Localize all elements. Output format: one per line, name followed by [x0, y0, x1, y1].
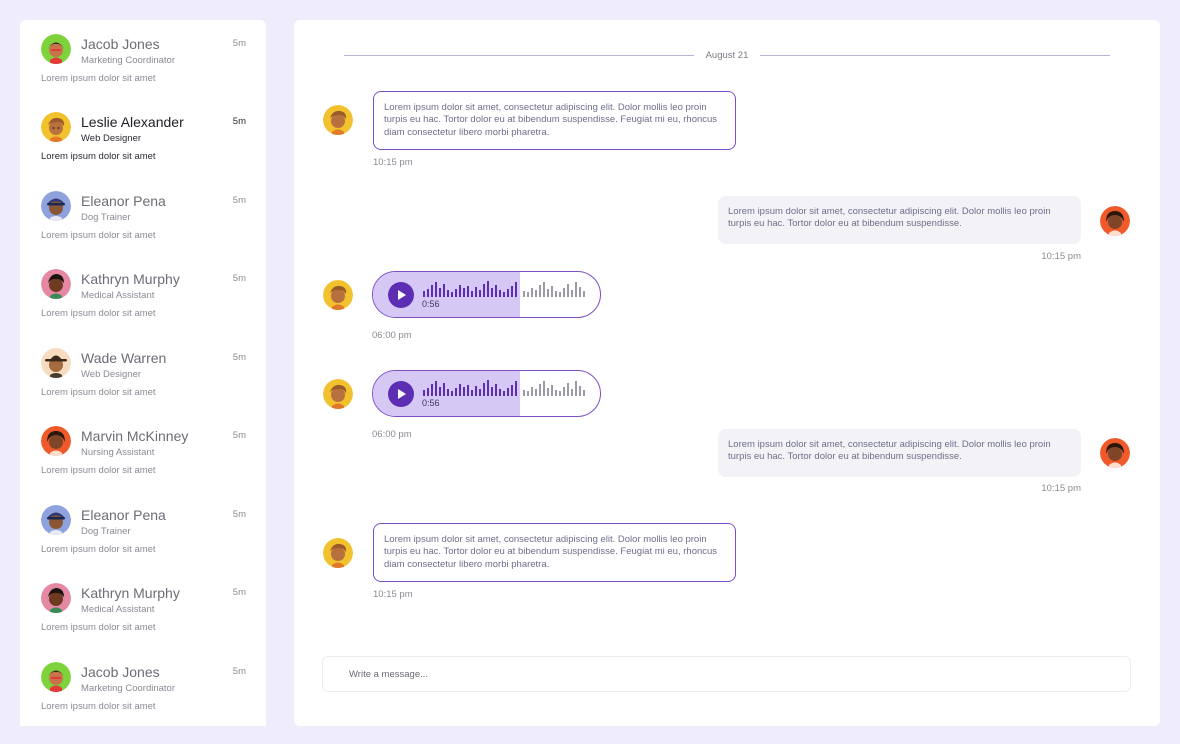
contact-role: Nursing Assistant	[81, 447, 155, 458]
contact-name: Marvin McKinney	[81, 428, 189, 444]
contact-item[interactable]: Leslie Alexander Web Designer 5m Lorem i…	[20, 98, 266, 176]
avatar	[41, 583, 71, 613]
waveform[interactable]	[423, 280, 587, 300]
avatar	[41, 191, 71, 221]
contact-preview: Lorem ipsum dolor sit amet	[41, 465, 156, 476]
contact-name: Jacob Jones	[81, 36, 160, 52]
waveform[interactable]	[423, 379, 587, 399]
chat-panel: August 21 Lorem ipsum dolor sit amet, co…	[294, 20, 1160, 726]
date-divider-line-left	[344, 55, 694, 56]
contact-preview: Lorem ipsum dolor sit amet	[41, 701, 156, 712]
contact-time: 5m	[232, 666, 246, 677]
message-input[interactable]	[322, 656, 1131, 692]
contact-preview: Lorem ipsum dolor sit amet	[41, 622, 156, 633]
contact-item[interactable]: Wade Warren Web Designer 5m Lorem ipsum …	[20, 334, 266, 412]
voice-duration: 0:56	[422, 299, 440, 309]
contact-list: Jacob Jones Marketing Coordinator 5m Lor…	[20, 20, 266, 726]
avatar	[41, 662, 71, 692]
contact-role: Dog Trainer	[81, 526, 131, 537]
play-icon	[398, 389, 406, 399]
contact-preview: Lorem ipsum dolor sit amet	[41, 544, 156, 555]
contact-time: 5m	[232, 587, 246, 598]
avatar	[41, 426, 71, 456]
contact-role: Web Designer	[81, 369, 142, 380]
voice-duration: 0:56	[422, 398, 440, 408]
message-bubble: Lorem ipsum dolor sit amet, consectetur …	[373, 523, 736, 582]
contact-name: Kathryn Murphy	[81, 585, 180, 601]
contact-item[interactable]: Marvin McKinney Nursing Assistant 5m Lor…	[20, 412, 266, 490]
play-icon	[398, 290, 406, 300]
contact-name: Eleanor Pena	[81, 507, 166, 523]
contact-item[interactable]: Kathryn Murphy Medical Assistant 5m Lore…	[20, 569, 266, 647]
recipient-avatar	[1100, 206, 1130, 236]
play-button[interactable]	[388, 282, 414, 308]
contact-item[interactable]: Jacob Jones Marketing Coordinator 5m Lor…	[20, 20, 266, 98]
contact-role: Medical Assistant	[81, 604, 155, 615]
contact-time: 5m	[232, 273, 246, 284]
avatar	[41, 269, 71, 299]
message-time: 10:15 pm	[1041, 483, 1081, 494]
sender-avatar	[323, 379, 353, 409]
contact-time: 5m	[232, 352, 246, 363]
message-bubble: Lorem ipsum dolor sit amet, consectetur …	[373, 91, 736, 150]
date-divider-line-right	[760, 55, 1110, 56]
recipient-avatar	[1100, 438, 1130, 468]
contact-preview: Lorem ipsum dolor sit amet	[41, 387, 156, 398]
sender-avatar	[323, 538, 353, 568]
contact-role: Marketing Coordinator	[81, 55, 175, 66]
contact-role: Dog Trainer	[81, 212, 131, 223]
contact-item[interactable]: Eleanor Pena Dog Trainer 5m Lorem ipsum …	[20, 491, 266, 569]
contact-item[interactable]: Kathryn Murphy Medical Assistant 5m Lore…	[20, 255, 266, 333]
sender-avatar	[323, 280, 353, 310]
contact-name: Eleanor Pena	[81, 193, 166, 209]
contact-time: 5m	[232, 509, 246, 520]
voice-message[interactable]: 0:56	[372, 271, 601, 318]
contact-item[interactable]: Eleanor Pena Dog Trainer 5m Lorem ipsum …	[20, 177, 266, 255]
avatar	[41, 34, 71, 64]
sender-avatar	[323, 105, 353, 135]
avatar	[41, 505, 71, 535]
contact-time: 5m	[232, 195, 246, 206]
contact-role: Marketing Coordinator	[81, 683, 175, 694]
message-time: 06:00 pm	[372, 429, 412, 440]
contact-item[interactable]: Jacob Jones Marketing Coordinator 5m Lor…	[20, 648, 266, 726]
contact-role: Web Designer	[81, 133, 142, 144]
contact-role: Medical Assistant	[81, 290, 155, 301]
contact-preview: Lorem ipsum dolor sit amet	[41, 308, 156, 319]
contact-time: 5m	[232, 116, 246, 127]
contact-name: Wade Warren	[81, 350, 167, 366]
contact-time: 5m	[232, 38, 246, 49]
message-time: 10:15 pm	[1041, 251, 1081, 262]
message-bubble: Lorem ipsum dolor sit amet, consectetur …	[718, 429, 1081, 477]
message-bubble: Lorem ipsum dolor sit amet, consectetur …	[718, 196, 1081, 244]
contact-name: Jacob Jones	[81, 664, 160, 680]
contact-name: Leslie Alexander	[81, 114, 184, 130]
voice-message[interactable]: 0:56	[372, 370, 601, 417]
play-button[interactable]	[388, 381, 414, 407]
avatar	[41, 348, 71, 378]
message-time: 10:15 pm	[373, 589, 413, 600]
message-time: 06:00 pm	[372, 330, 412, 341]
contact-preview: Lorem ipsum dolor sit amet	[41, 230, 156, 241]
contact-preview: Lorem ipsum dolor sit amet	[41, 73, 156, 84]
contact-time: 5m	[232, 430, 246, 441]
contact-preview: Lorem ipsum dolor sit amet	[41, 151, 156, 162]
contact-name: Kathryn Murphy	[81, 271, 180, 287]
message-time: 10:15 pm	[373, 157, 413, 168]
avatar	[41, 112, 71, 142]
